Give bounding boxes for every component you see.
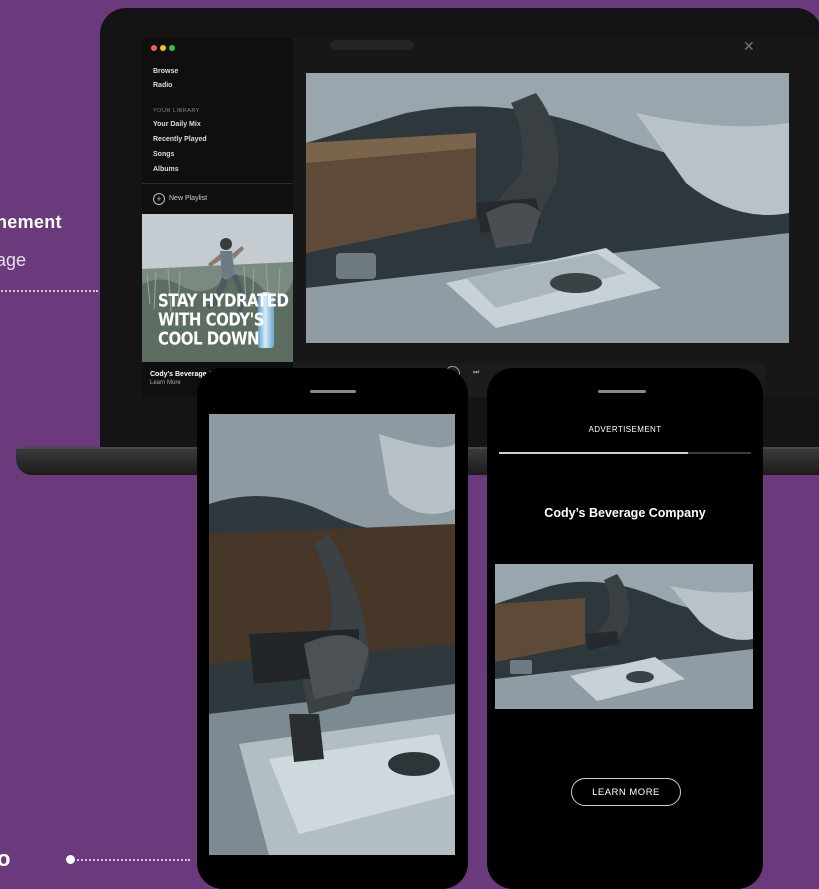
ad-progress-track (499, 452, 751, 454)
ad-headline-line-1: STAY HYDRATED (158, 289, 289, 312)
video-frame-small (495, 564, 753, 709)
ad-progress-fill (499, 452, 688, 454)
next-icon[interactable]: ⏭ (473, 369, 479, 377)
video-ad-thumbnail[interactable] (495, 564, 753, 709)
phone-video-ad-card: ADVERTISEMENT Cody’s Beverage Company LE… (487, 368, 763, 889)
now-playing-learn-more[interactable]: Learn More (150, 380, 181, 386)
connector-dot (66, 855, 75, 864)
headline-fragment: nement (0, 212, 62, 232)
sidebar-divider (142, 183, 293, 184)
nav-browse[interactable]: Browse (153, 68, 178, 75)
dotted-connector-bottom (70, 859, 190, 861)
window-maximize-dot[interactable] (169, 45, 175, 51)
nav-daily-mix[interactable]: Your Daily Mix (153, 121, 201, 128)
search-input[interactable] (330, 40, 414, 50)
window-minimize-dot[interactable] (160, 45, 166, 51)
nav-radio[interactable]: Radio (153, 82, 172, 89)
learn-more-button[interactable]: LEARN MORE (571, 778, 681, 806)
phone-speaker (598, 390, 646, 393)
banner-ad[interactable]: STAY HYDRATED WITH CODY'S COOL DOWN (142, 214, 293, 362)
dotted-connector-top (0, 290, 98, 292)
video-frame (306, 73, 789, 343)
advertiser-name: Cody’s Beverage Company (544, 506, 706, 520)
vertical-video-ad[interactable] (209, 414, 455, 855)
library-header: YOUR LIBRARY (153, 108, 200, 114)
plus-circle-icon[interactable]: + (153, 193, 165, 205)
ad-headline-line-3: COOL DOWN (158, 327, 260, 350)
new-playlist-button[interactable]: New Playlist (169, 195, 207, 202)
close-icon[interactable]: ✕ (743, 38, 755, 55)
subheadline-fragment: age (0, 250, 27, 270)
video-ad-player[interactable] (306, 73, 789, 343)
bottom-text-fragment: o (0, 846, 11, 871)
nav-songs[interactable]: Songs (153, 151, 174, 158)
ad-headline-line-2: WITH CODY'S (158, 308, 265, 331)
nav-recently-played[interactable]: Recently Played (153, 136, 207, 143)
sidebar: Browse Radio YOUR LIBRARY Your Daily Mix… (142, 38, 293, 397)
desktop-app-window: Browse Radio YOUR LIBRARY Your Daily Mix… (142, 38, 819, 397)
nav-albums[interactable]: Albums (153, 166, 179, 173)
window-close-dot[interactable] (151, 45, 157, 51)
vertical-video-frame (209, 414, 455, 855)
phone-speaker (310, 390, 356, 393)
phone-fullscreen-video (197, 368, 468, 889)
ad-label: ADVERTISEMENT (588, 425, 662, 434)
